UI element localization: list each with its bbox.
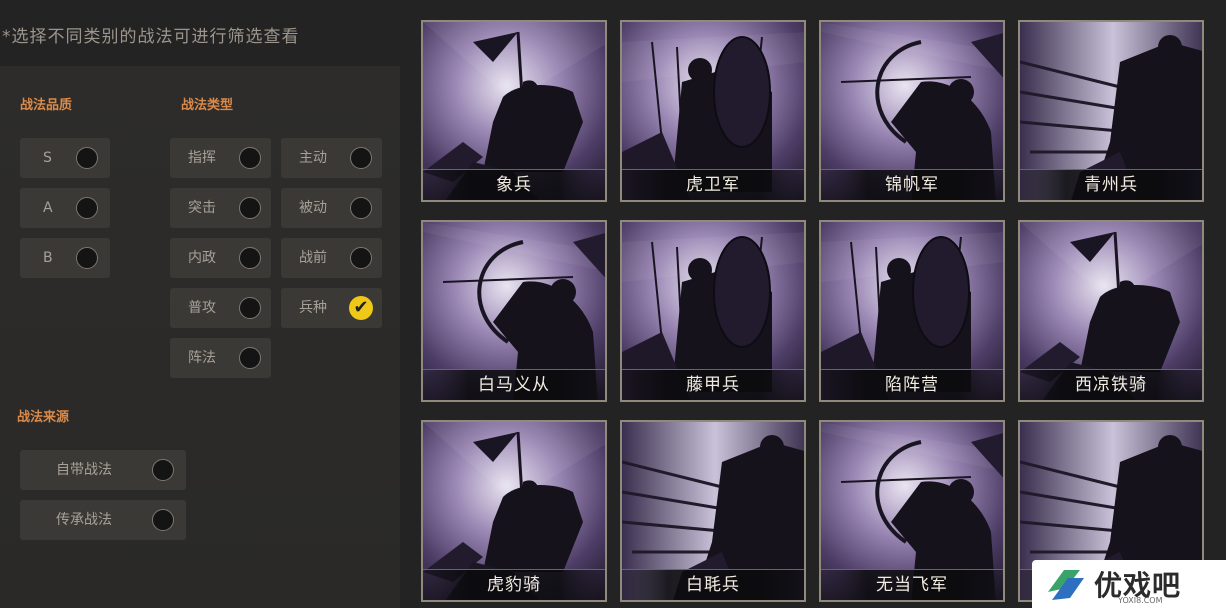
option-label: 突击 <box>188 200 216 216</box>
type-option-passive[interactable]: 被动 <box>281 188 382 228</box>
site-watermark: 优戏吧 YOXI8.COM <box>1032 560 1226 608</box>
type-option-prebattle[interactable]: 战前 <box>281 238 382 278</box>
option-label: 阵法 <box>188 350 216 366</box>
card-name: 西凉铁骑 <box>1075 375 1147 395</box>
filter-hint: *选择不同类别的战法可进行筛选查看 <box>2 27 300 47</box>
radio-unchecked-icon[interactable] <box>76 147 98 169</box>
card-name: 虎卫军 <box>686 175 740 195</box>
radio-unchecked-icon[interactable] <box>152 509 174 531</box>
option-label: 战前 <box>299 250 327 266</box>
card-name: 陷阵营 <box>885 375 939 395</box>
option-label: B <box>43 250 53 266</box>
quality-title: 战法品质 <box>20 98 73 113</box>
card-name: 白毦兵 <box>686 575 740 595</box>
card-name: 藤甲兵 <box>686 375 740 395</box>
source-option-innate[interactable]: 自带战法 <box>20 450 186 490</box>
checkmark-icon[interactable]: ✔ <box>349 296 373 320</box>
option-label: 主动 <box>299 150 327 166</box>
option-label: S <box>43 150 52 166</box>
radio-unchecked-icon[interactable] <box>239 147 261 169</box>
logo-icon <box>1048 570 1084 600</box>
type-option-troop[interactable]: 兵种 ✔ <box>281 288 382 328</box>
card-name: 无当飞军 <box>876 575 948 595</box>
type-option-formation[interactable]: 阵法 <box>170 338 271 378</box>
radio-unchecked-icon[interactable] <box>239 297 261 319</box>
radio-unchecked-icon[interactable] <box>76 247 98 269</box>
tactic-card[interactable]: 虎卫军 <box>620 20 806 202</box>
radio-unchecked-icon[interactable] <box>350 147 372 169</box>
watermark-url: YOXI8.COM <box>1118 596 1163 605</box>
radio-unchecked-icon[interactable] <box>152 459 174 481</box>
type-option-active[interactable]: 主动 <box>281 138 382 178</box>
option-label: 指挥 <box>188 150 216 166</box>
option-label: 传承战法 <box>56 512 112 528</box>
tactic-card[interactable]: 白马义从 <box>421 220 607 402</box>
quality-option-a[interactable]: A <box>20 188 110 228</box>
source-title: 战法来源 <box>17 410 70 425</box>
radio-unchecked-icon[interactable] <box>350 197 372 219</box>
tactic-card[interactable]: 无当飞军 <box>819 420 1005 602</box>
tactic-card[interactable]: 西凉铁骑 <box>1018 220 1204 402</box>
filter-panel: 战法品质 战法类型 战法来源 S A B 指挥 主动 突击 被动 内政 战前 普… <box>0 66 400 608</box>
card-name: 青州兵 <box>1084 175 1138 195</box>
option-label: 兵种 <box>299 300 327 316</box>
type-option-assault[interactable]: 突击 <box>170 188 271 228</box>
source-option-inherited[interactable]: 传承战法 <box>20 500 186 540</box>
tactics-card-grid: 象兵 虎卫军 锦帆军 青州兵 白马义从 藤甲兵 陷阵营 西凉铁骑 虎豹骑 白毦兵… <box>408 0 1226 608</box>
tactic-card[interactable]: 象兵 <box>421 20 607 202</box>
type-option-normal-attack[interactable]: 普攻 <box>170 288 271 328</box>
tactic-card[interactable]: 藤甲兵 <box>620 220 806 402</box>
card-name: 象兵 <box>496 175 532 195</box>
type-option-internal[interactable]: 内政 <box>170 238 271 278</box>
radio-unchecked-icon[interactable] <box>350 247 372 269</box>
card-name: 锦帆军 <box>885 175 939 195</box>
tactic-card[interactable]: 陷阵营 <box>819 220 1005 402</box>
tactic-card[interactable]: 虎豹骑 <box>421 420 607 602</box>
tactic-card[interactable]: 青州兵 <box>1018 20 1204 202</box>
card-name: 虎豹骑 <box>487 575 541 595</box>
option-label: 被动 <box>299 200 327 216</box>
tactic-card[interactable]: 锦帆军 <box>819 20 1005 202</box>
quality-option-s[interactable]: S <box>20 138 110 178</box>
type-title: 战法类型 <box>181 98 234 113</box>
option-label: 自带战法 <box>56 462 112 478</box>
tactic-card[interactable]: 白毦兵 <box>620 420 806 602</box>
radio-unchecked-icon[interactable] <box>239 197 261 219</box>
option-label: 内政 <box>188 250 216 266</box>
radio-unchecked-icon[interactable] <box>239 347 261 369</box>
quality-option-b[interactable]: B <box>20 238 110 278</box>
option-label: A <box>43 200 53 216</box>
type-option-command[interactable]: 指挥 <box>170 138 271 178</box>
radio-unchecked-icon[interactable] <box>76 197 98 219</box>
radio-unchecked-icon[interactable] <box>239 247 261 269</box>
card-name: 白马义从 <box>478 375 550 395</box>
option-label: 普攻 <box>188 300 216 316</box>
